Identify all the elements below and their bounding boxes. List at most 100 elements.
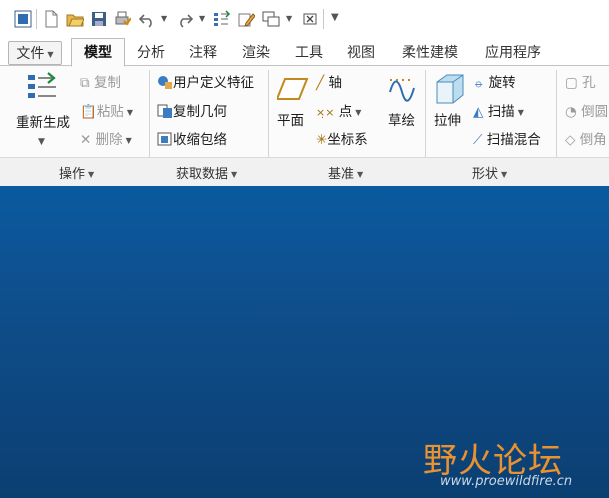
delete-button[interactable]: ✕ 删除 ▼ — [80, 130, 132, 152]
chevron-down-icon: ▼ — [357, 170, 364, 179]
extrude-label: 拉伸 — [434, 113, 461, 129]
edit-icon[interactable] — [237, 10, 256, 28]
udf-label: 用户定义特征 — [173, 75, 254, 91]
revolve-label: 旋转 — [488, 75, 516, 91]
print-icon[interactable] — [113, 10, 132, 28]
sketch-button[interactable]: 草绘 — [388, 111, 415, 131]
tab-tools[interactable]: 工具 — [286, 41, 332, 66]
copy-geometry-button[interactable]: 复制几何 — [157, 102, 227, 122]
swept-blend-label: 扫描混合 — [486, 132, 541, 148]
csys-icon: ✳ — [316, 132, 328, 148]
sketch-label: 草绘 — [388, 113, 415, 129]
point-button[interactable]: ×̣× 点 ▼ — [316, 102, 361, 124]
copy-icon: ⧉ — [80, 75, 90, 91]
chamfer-button[interactable]: ◇ 倒角 — [565, 130, 607, 150]
chevron-down-icon: ▼ — [47, 50, 54, 59]
operations-group-text: 操作 — [59, 167, 86, 182]
tab-view[interactable]: 视图 — [338, 41, 384, 66]
tab-analysis-label: 分析 — [137, 45, 165, 61]
save-icon[interactable] — [90, 10, 108, 28]
copy-button[interactable]: ⧉ 复制 — [80, 73, 121, 93]
get-data-group-text: 获取数据 — [176, 167, 229, 182]
csys-label: 坐标系 — [327, 132, 368, 148]
hole-label: 孔 — [582, 75, 596, 91]
quick-access-toolbar: ▼ ▼ ▼ ▼ — [0, 0, 609, 38]
hole-icon: ▢ — [565, 75, 578, 91]
csys-button[interactable]: ✳坐标系 — [316, 130, 368, 150]
datum-group-text: 基准 — [328, 167, 355, 182]
plane-button[interactable]: 平面 — [277, 111, 304, 131]
watermark-url-text: www.proewildfire.cn — [440, 474, 573, 489]
chevron-down-icon: ▼ — [355, 108, 362, 117]
tab-analysis[interactable]: 分析 — [128, 41, 174, 66]
redo-icon[interactable] — [176, 10, 194, 28]
paste-label: 粘贴 — [96, 104, 124, 120]
udf-icon — [158, 76, 172, 89]
tab-flexible-modeling[interactable]: 柔性建模 — [392, 41, 468, 66]
axis-button[interactable]: ╱ 轴 — [316, 73, 342, 93]
undo-icon[interactable] — [138, 10, 156, 28]
undo-dropdown-icon[interactable]: ▼ — [161, 15, 167, 23]
point-icon: ×̣× — [316, 106, 335, 119]
axis-label: 轴 — [328, 75, 342, 91]
plane-label: 平面 — [277, 113, 304, 129]
revolve-button[interactable]: ⦵ 旋转 — [473, 73, 516, 93]
tab-view-label: 视图 — [347, 45, 375, 61]
tab-annotate[interactable]: 注释 — [180, 41, 226, 66]
sweep-button[interactable]: ◭ 扫描 ▼ — [473, 102, 524, 124]
open-folder-icon[interactable] — [66, 10, 85, 28]
sweep-icon: ◭ — [473, 104, 484, 120]
windows-icon[interactable] — [262, 10, 280, 28]
regenerate-icon[interactable] — [213, 10, 231, 28]
chevron-down-icon: ▼ — [501, 170, 508, 179]
tab-render-label: 渲染 — [242, 45, 270, 61]
toolbar-separator — [323, 9, 324, 29]
round-button[interactable]: ◔ 倒圆 — [565, 102, 608, 122]
customize-toolbar-icon[interactable]: ▼ — [331, 13, 339, 23]
windows-dropdown-icon[interactable]: ▼ — [286, 15, 292, 23]
chevron-down-icon: ▼ — [126, 108, 133, 117]
window-icon[interactable] — [14, 10, 32, 28]
swept-blend-button[interactable]: ⟋ 扫描混合 — [473, 130, 541, 150]
copy-geometry-icon — [157, 104, 172, 118]
extrude-icon — [434, 72, 466, 106]
chevron-down-icon: ▼ — [125, 136, 132, 145]
axis-icon: ╱ — [316, 75, 325, 91]
shapes-group-label[interactable]: 形状 ▼ — [472, 163, 507, 182]
udf-button[interactable]: 用户定义特征 — [157, 73, 254, 93]
tab-file-label: 文件 — [16, 46, 45, 62]
regenerate-button[interactable]: 重新生成 — [16, 113, 70, 133]
round-icon: ◔ — [565, 104, 577, 120]
tab-model[interactable]: 模型 — [71, 38, 125, 67]
round-label: 倒圆 — [581, 104, 609, 120]
regenerate-icon[interactable] — [26, 72, 62, 106]
get-data-group-label[interactable]: 获取数据 ▼ — [176, 163, 237, 182]
tab-file[interactable]: 文件 ▼ — [8, 41, 62, 65]
plane-icon — [275, 76, 309, 102]
hole-button[interactable]: ▢ 孔 — [565, 73, 596, 93]
new-file-icon[interactable] — [42, 10, 60, 28]
point-label: 点 — [338, 104, 353, 120]
redo-dropdown-icon[interactable]: ▼ — [199, 15, 205, 23]
chevron-down-icon: ▼ — [231, 170, 238, 179]
extrude-button[interactable]: 拉伸 — [434, 111, 461, 131]
delete-label: 删除 — [95, 132, 123, 148]
swept-blend-icon: ⟋ — [473, 132, 483, 148]
tab-render[interactable]: 渲染 — [233, 41, 279, 66]
chamfer-icon: ◇ — [565, 132, 576, 148]
operations-group-label[interactable]: 操作 ▼ — [59, 163, 94, 182]
revolve-icon: ⦵ — [473, 75, 485, 91]
tab-flexible-modeling-label: 柔性建模 — [402, 45, 458, 61]
toolbar-separator — [36, 9, 37, 29]
chamfer-label: 倒角 — [579, 132, 607, 148]
datum-group-label[interactable]: 基准 ▼ — [328, 163, 363, 182]
tab-tools-label: 工具 — [295, 45, 323, 61]
paste-button[interactable]: 📋粘贴 ▼ — [80, 102, 133, 124]
copy-geometry-label: 复制几何 — [173, 104, 227, 120]
close-window-icon[interactable] — [301, 10, 319, 28]
tab-applications-label: 应用程序 — [485, 45, 541, 61]
chevron-down-icon: ▼ — [517, 108, 524, 117]
shrinkwrap-button[interactable]: 收缩包络 — [157, 130, 227, 150]
tab-applications[interactable]: 应用程序 — [476, 41, 550, 66]
regenerate-dropdown-icon[interactable]: ▼ — [38, 132, 45, 152]
